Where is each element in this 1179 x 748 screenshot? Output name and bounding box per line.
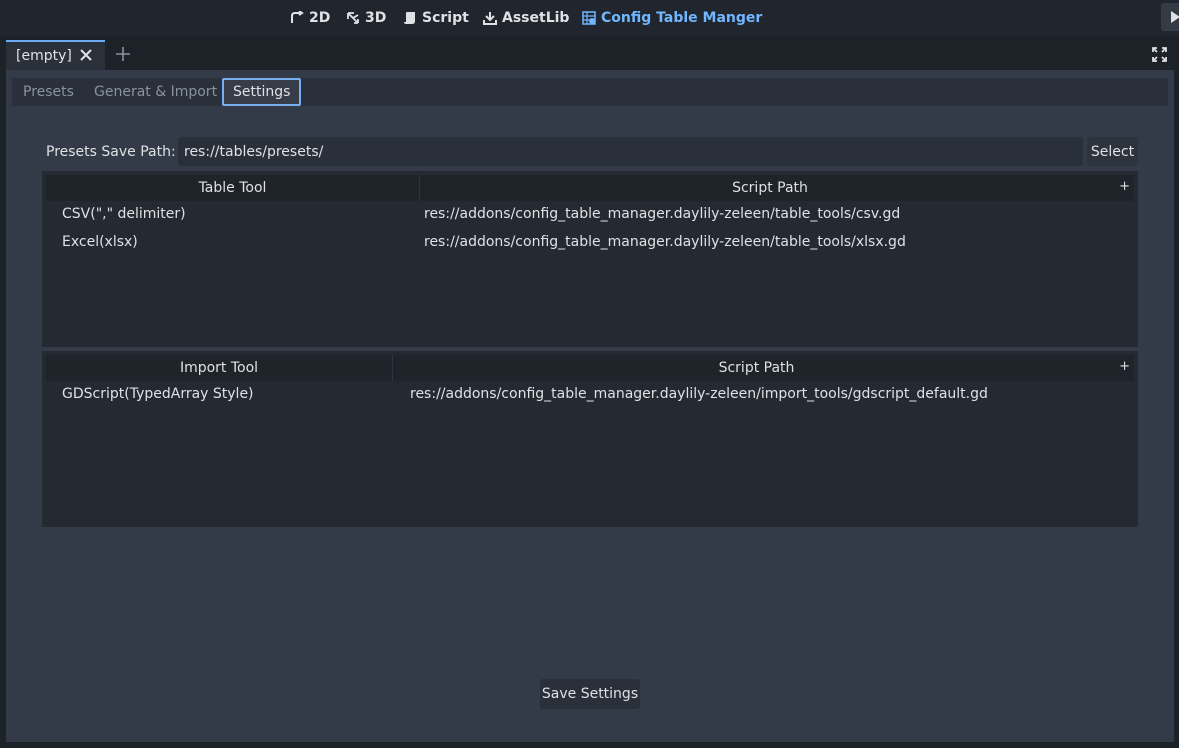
table-tool-column-header: Table Tool [198, 180, 267, 196]
play-icon [1171, 11, 1179, 23]
workspace-assetlib-label: AssetLib [502, 10, 570, 26]
script-path-column-header: Script Path [718, 360, 795, 376]
scene-tab-label: [empty] [16, 48, 72, 64]
import-tools-header: Import Tool Script Path + [46, 355, 1134, 381]
table-tool-path[interactable]: res://addons/config_table_manager.daylil… [424, 206, 900, 222]
workspace-config-table-button[interactable]: Config Table Manger [582, 0, 762, 36]
table-tool-name[interactable]: CSV("," delimiter) [62, 206, 186, 222]
workspace-script-label: Script [422, 10, 469, 26]
tab-settings[interactable]: Settings [222, 78, 302, 106]
table-tools-header: Table Tool Script Path + [46, 175, 1134, 201]
config-table-manager-panel: Presets Generat & Import Settings Preset… [6, 70, 1174, 742]
add-import-tool-button[interactable]: + [1119, 359, 1130, 374]
table-tools-panel: Table Tool Script Path + CSV("," delimit… [42, 171, 1138, 347]
workspace-3d-button[interactable]: 3D [346, 0, 386, 36]
script-path-column-header: Script Path [732, 180, 808, 196]
import-tools-panel: Import Tool Script Path + GDScript(Typed… [42, 351, 1138, 527]
add-table-tool-button[interactable]: + [1119, 179, 1130, 194]
select-path-button[interactable]: Select [1087, 137, 1138, 166]
play-button[interactable] [1161, 3, 1179, 31]
subtab-bar: Presets Generat & Import Settings [12, 78, 1168, 106]
scene-tab-empty[interactable]: [empty] [6, 40, 105, 70]
2d-icon [291, 11, 304, 23]
workspace-bar: 2D 3D Script AssetLib Config Table Mange… [0, 0, 1179, 36]
close-icon[interactable] [78, 47, 94, 63]
workspace-script-button[interactable]: Script [403, 0, 469, 36]
download-icon [483, 12, 497, 25]
scene-tab-bar: [empty] [0, 36, 1179, 70]
presets-save-path-input[interactable]: res://tables/presets/ [178, 137, 1083, 166]
table-tool-name[interactable]: Excel(xlsx) [62, 234, 138, 250]
tab-generate-import[interactable]: Generat & Import [94, 78, 217, 106]
workspace-3d-label: 3D [365, 10, 387, 26]
import-tool-path[interactable]: res://addons/config_table_manager.daylil… [410, 386, 988, 402]
workspace-2d-button[interactable]: 2D [290, 0, 330, 36]
script-icon [404, 12, 415, 24]
table-tool-path[interactable]: res://addons/config_table_manager.daylil… [424, 234, 906, 250]
add-tab-icon[interactable] [115, 46, 131, 62]
workspace-config-table-label: Config Table Manger [601, 10, 763, 26]
import-tool-name[interactable]: GDScript(TypedArray Style) [62, 386, 254, 402]
tab-presets[interactable]: Presets [23, 78, 74, 106]
presets-save-path-label: Presets Save Path: [46, 144, 176, 160]
save-settings-button[interactable]: Save Settings [540, 679, 640, 709]
3d-icon [347, 12, 359, 24]
import-tool-column-header: Import Tool [179, 360, 259, 376]
workspace-2d-label: 2D [309, 10, 331, 26]
fullscreen-icon[interactable] [1152, 47, 1167, 62]
table-icon [582, 11, 596, 25]
workspace-assetlib-button[interactable]: AssetLib [483, 0, 569, 36]
